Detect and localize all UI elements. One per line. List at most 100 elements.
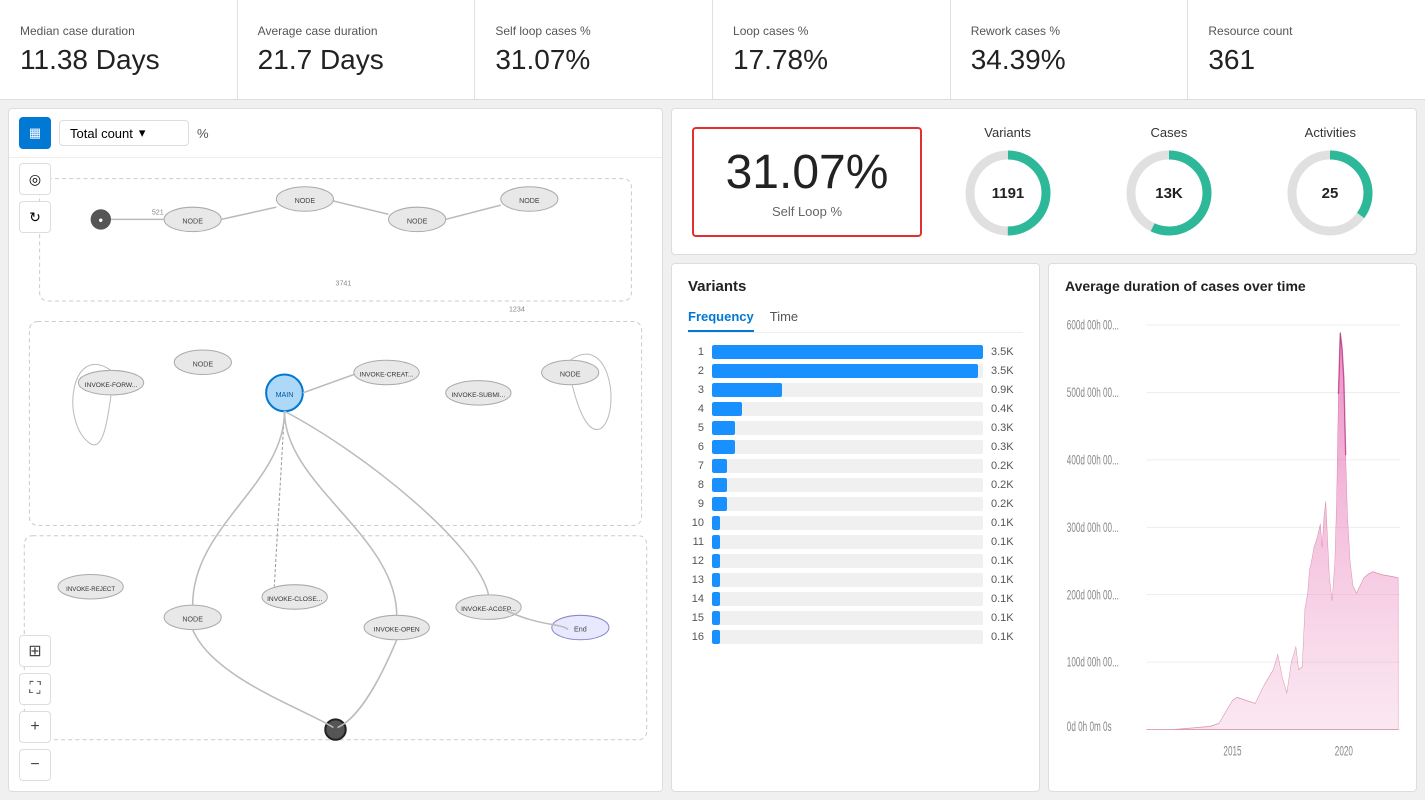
variant-bar — [712, 516, 720, 530]
variant-bar — [712, 440, 735, 454]
svg-text:NODE: NODE — [519, 197, 540, 205]
variants-tab-time[interactable]: Time — [770, 305, 798, 332]
variant-row[interactable]: 15 0.1K — [688, 611, 1023, 625]
svg-text:1234: 1234 — [509, 305, 525, 313]
left-panel: ▦ Total count ▾ % ◎ ↻ — [8, 108, 663, 792]
variant-number: 13 — [688, 574, 704, 586]
document-button[interactable]: ▦ — [19, 117, 51, 149]
circles-section: Variants 1191 Cases 13K Activities — [942, 125, 1396, 238]
variant-value: 0.9K — [991, 384, 1023, 396]
variant-bar — [712, 459, 727, 473]
variant-row[interactable]: 3 0.9K — [688, 383, 1023, 397]
kpi-label: Average case duration — [258, 24, 455, 38]
kpi-item: Self loop cases % 31.07% — [475, 0, 713, 99]
main-content: ▦ Total count ▾ % ◎ ↻ — [0, 100, 1425, 800]
variant-row[interactable]: 5 0.3K — [688, 421, 1023, 435]
svg-text:25: 25 — [1322, 185, 1339, 202]
bottom-right: Variants FrequencyTime 1 3.5K 2 3.5K 3 0… — [671, 263, 1417, 792]
variant-number: 3 — [688, 384, 704, 396]
kpi-item: Resource count 361 — [1188, 0, 1425, 99]
kpi-label: Self loop cases % — [495, 24, 692, 38]
variant-value: 0.1K — [991, 555, 1023, 567]
variant-row[interactable]: 14 0.1K — [688, 592, 1023, 606]
top-right-panel: 31.07% Self Loop % Variants 1191 Cases 1… — [671, 108, 1417, 255]
variant-number: 10 — [688, 517, 704, 529]
kpi-label: Median case duration — [20, 24, 217, 38]
variant-row[interactable]: 9 0.2K — [688, 497, 1023, 511]
variant-row[interactable]: 2 3.5K — [688, 364, 1023, 378]
donut-circle: 1191 — [963, 148, 1053, 238]
variant-value: 0.2K — [991, 498, 1023, 510]
variants-panel: Variants FrequencyTime 1 3.5K 2 3.5K 3 0… — [671, 263, 1040, 792]
variant-bar-bg — [712, 554, 983, 568]
variant-row[interactable]: 8 0.2K — [688, 478, 1023, 492]
variant-value: 3.5K — [991, 346, 1023, 358]
svg-text:521: 521 — [152, 208, 164, 216]
variant-value: 0.3K — [991, 441, 1023, 453]
variant-row[interactable]: 6 0.3K — [688, 440, 1023, 454]
variant-row[interactable]: 1 3.5K — [688, 345, 1023, 359]
svg-text:INVOKE-CREAT...: INVOKE-CREAT... — [360, 372, 414, 379]
svg-text:300d 00h 00...: 300d 00h 00... — [1067, 521, 1119, 536]
variant-bar-bg — [712, 345, 983, 359]
svg-text:INVOKE-REJECT: INVOKE-REJECT — [66, 586, 115, 593]
kpi-value: 11.38 Days — [20, 44, 217, 76]
self-loop-box: 31.07% Self Loop % — [692, 127, 922, 237]
total-count-dropdown[interactable]: Total count ▾ — [59, 120, 189, 146]
variant-value: 0.2K — [991, 460, 1023, 472]
variant-bar-bg — [712, 497, 983, 511]
kpi-value: 31.07% — [495, 44, 692, 76]
variant-number: 6 — [688, 441, 704, 453]
chart-title: Average duration of cases over time — [1065, 278, 1400, 294]
zoom-out-button[interactable]: − — [19, 749, 51, 781]
donut-circle: 25 — [1285, 148, 1375, 238]
variant-bar — [712, 573, 720, 587]
svg-text:13K: 13K — [1155, 185, 1183, 202]
variant-value: 0.1K — [991, 574, 1023, 586]
svg-text:MAIN: MAIN — [276, 391, 294, 399]
document-icon: ▦ — [29, 125, 41, 141]
kpi-value: 34.39% — [971, 44, 1168, 76]
svg-text:600d 00h 00...: 600d 00h 00... — [1067, 319, 1119, 334]
variant-number: 4 — [688, 403, 704, 415]
variant-row[interactable]: 11 0.1K — [688, 535, 1023, 549]
variant-row[interactable]: 12 0.1K — [688, 554, 1023, 568]
variant-row[interactable]: 13 0.1K — [688, 573, 1023, 587]
bottom-controls: ⊞ ⛶ + − — [19, 635, 51, 781]
self-loop-percentage: 31.07% — [724, 145, 890, 200]
circle-title: Activities — [1305, 125, 1356, 140]
variant-bar-bg — [712, 402, 983, 416]
variant-bar — [712, 421, 735, 435]
variant-bar — [712, 611, 720, 625]
grid-view-button[interactable]: ⊞ — [19, 635, 51, 667]
kpi-value: 21.7 Days — [258, 44, 455, 76]
kpi-value: 361 — [1208, 44, 1405, 76]
variant-value: 0.3K — [991, 422, 1023, 434]
svg-text:INVOKE-OPEN: INVOKE-OPEN — [374, 627, 420, 634]
kpi-value: 17.78% — [733, 44, 930, 76]
variant-value: 0.1K — [991, 631, 1023, 643]
circle-title: Cases — [1151, 125, 1188, 140]
variants-tabs: Frequency Time — [688, 305, 1023, 333]
svg-text:NODE: NODE — [407, 218, 428, 226]
target-button[interactable]: ◎ — [19, 163, 51, 195]
variant-bar — [712, 345, 983, 359]
variant-number: 8 — [688, 479, 704, 491]
variants-tab-frequency[interactable]: Frequency — [688, 305, 754, 332]
svg-text:0d 0h 0m 0s: 0d 0h 0m 0s — [1067, 720, 1112, 735]
variant-bar-bg — [712, 383, 983, 397]
variant-bar — [712, 535, 720, 549]
variant-bar-bg — [712, 535, 983, 549]
percent-label: % — [197, 126, 209, 141]
variant-row[interactable]: 16 0.1K — [688, 630, 1023, 644]
variant-number: 16 — [688, 631, 704, 643]
refresh-button[interactable]: ↻ — [19, 201, 51, 233]
expand-button[interactable]: ⛶ — [19, 673, 51, 705]
variant-row[interactable]: 4 0.4K — [688, 402, 1023, 416]
svg-text:End: End — [574, 626, 587, 634]
variant-row[interactable]: 7 0.2K — [688, 459, 1023, 473]
variant-row[interactable]: 10 0.1K — [688, 516, 1023, 530]
zoom-in-button[interactable]: + — [19, 711, 51, 743]
svg-text:400d 00h 00...: 400d 00h 00... — [1067, 453, 1119, 468]
svg-text:NODE: NODE — [560, 371, 581, 379]
